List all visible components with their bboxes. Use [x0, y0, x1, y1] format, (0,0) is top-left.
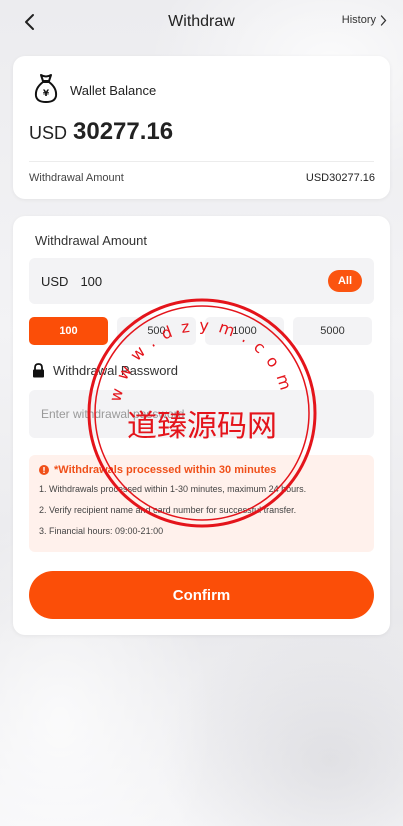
withdraw-form-card: Withdrawal Amount USD All 100 500 1000 5…: [13, 216, 390, 635]
withdrawal-amount-label: Withdrawal Amount: [29, 172, 124, 184]
notice-box: *Withdrawals processed within 30 minutes…: [29, 455, 374, 552]
amount-chip-500[interactable]: 500: [117, 317, 196, 345]
divider: [29, 161, 374, 162]
notice-line: 1. Withdrawals processed within 1-30 min…: [39, 484, 307, 494]
yen-glyph: ¥: [43, 89, 50, 99]
all-button[interactable]: All: [328, 270, 362, 292]
money-bag-icon: ¥: [34, 74, 58, 103]
amount-chips: 100 500 1000 5000: [29, 317, 374, 345]
password-field: [29, 390, 374, 438]
back-button[interactable]: [18, 10, 40, 34]
balance-amount: USD 30277.16: [29, 118, 173, 146]
wallet-balance-title: Wallet Balance: [70, 83, 157, 98]
balance-value: 30277.16: [73, 118, 174, 145]
page-title: Withdraw: [168, 13, 235, 30]
password-label: Withdrawal Password: [53, 363, 178, 378]
notice-title: *Withdrawals processed within 30 minutes: [54, 464, 277, 476]
wallet-balance-card: ¥ Wallet Balance USD 30277.16 Withdrawal…: [13, 56, 390, 199]
info-icon: [39, 465, 49, 475]
chevron-right-icon: [380, 14, 387, 26]
amount-chip-1000[interactable]: 1000: [205, 317, 284, 345]
history-label: History: [341, 14, 376, 26]
top-bar: Withdraw History: [0, 0, 403, 44]
withdrawal-amount-title: Withdrawal Amount: [35, 233, 147, 248]
password-input[interactable]: [41, 407, 362, 421]
notice-line: 2. Verify recipient name and card number…: [39, 505, 297, 515]
amount-chip-5000[interactable]: 5000: [293, 317, 372, 345]
lock-icon: [33, 363, 44, 378]
chevron-left-icon: [25, 14, 34, 30]
amount-chip-100[interactable]: 100: [29, 317, 108, 345]
notice-line: 3. Financial hours: 09:00-21:00: [39, 526, 164, 536]
amount-field: USD All: [29, 258, 374, 304]
history-link[interactable]: History: [342, 14, 387, 26]
password-label-row: Withdrawal Password: [32, 363, 178, 378]
confirm-button[interactable]: Confirm: [29, 571, 374, 619]
amount-currency: USD: [41, 273, 69, 289]
withdrawal-amount-value: USD30277.16: [305, 172, 375, 184]
notice-title-row: *Withdrawals processed within 30 minutes: [39, 464, 364, 476]
balance-currency: USD: [29, 123, 68, 143]
amount-input[interactable]: [80, 273, 328, 289]
